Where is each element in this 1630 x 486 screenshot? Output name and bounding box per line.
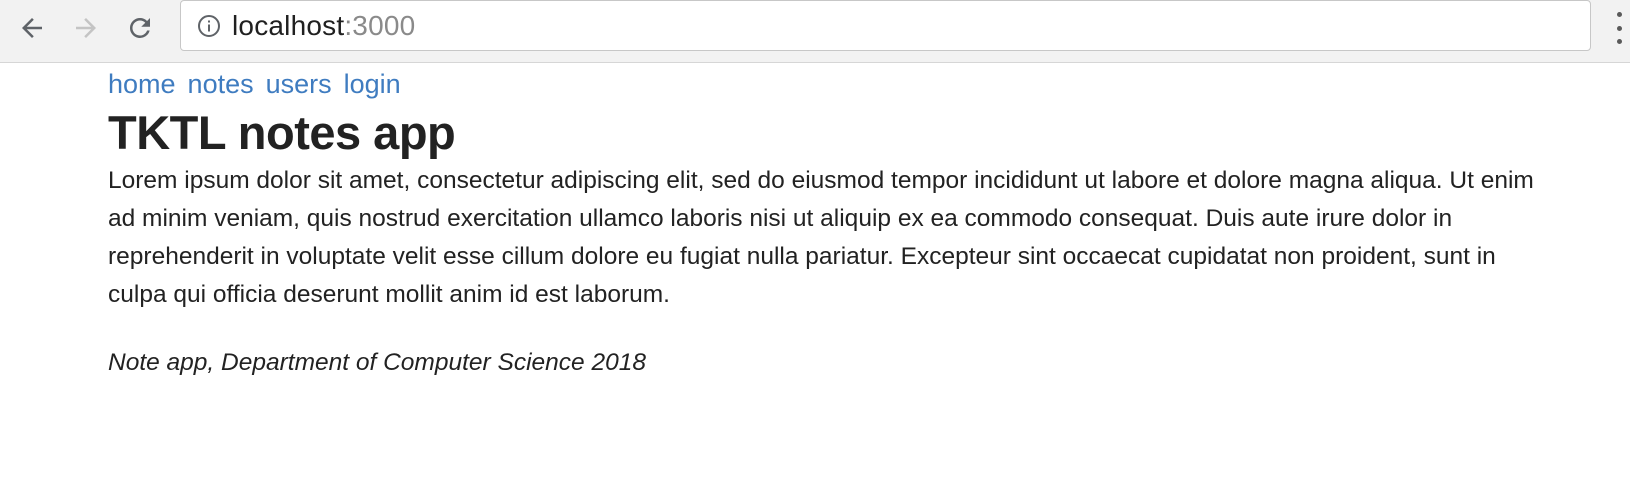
page-title: TKTL notes app [108,106,456,159]
forward-button[interactable] [66,8,106,48]
back-button[interactable] [12,8,52,48]
url-port: :3000 [344,9,416,41]
url-text: localhost:3000 [232,10,415,42]
kebab-menu-icon[interactable] [1612,12,1626,44]
forward-arrow-icon [76,18,96,38]
page-content: home notes users login TKTL notes app Lo… [108,66,1548,377]
address-bar[interactable]: localhost:3000 [180,0,1591,51]
footer-text: Note app, Department of Computer Science… [108,349,646,376]
browser-toolbar: localhost:3000 [0,0,1630,63]
back-arrow-icon [22,18,42,38]
nav-link-login[interactable]: login [344,69,401,100]
reload-button[interactable] [120,8,160,48]
reload-icon [129,17,150,38]
nav-link-notes[interactable]: notes [188,69,254,100]
top-nav: home notes users login [108,66,1548,102]
info-icon[interactable] [196,13,222,39]
url-host: localhost [232,9,345,41]
nav-link-users[interactable]: users [266,69,332,100]
nav-link-home[interactable]: home [108,69,176,100]
intro-paragraph: Lorem ipsum dolor sit amet, consectetur … [108,167,1534,308]
